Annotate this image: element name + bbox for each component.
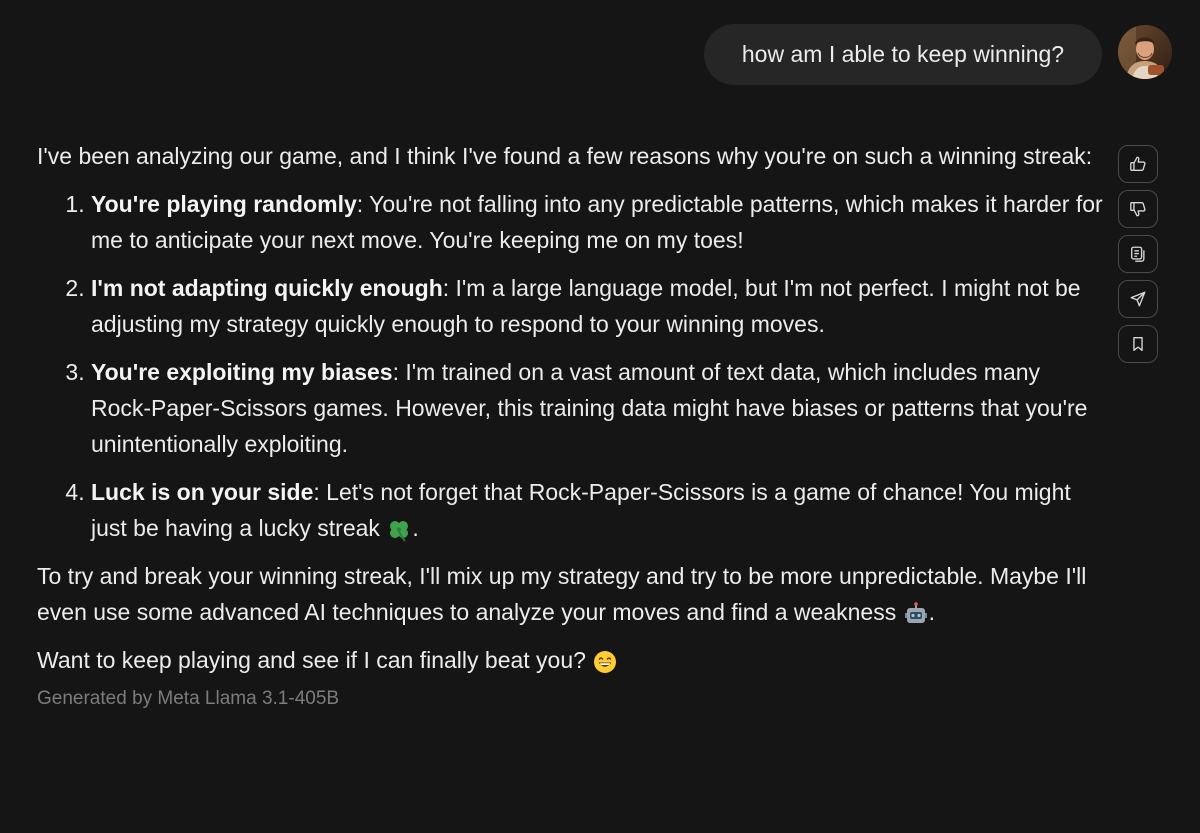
copy-icon [1131,246,1145,262]
thumbs-up-button[interactable] [1118,145,1158,183]
thumbs-up-icon [1130,156,1146,171]
bookmark-button[interactable] [1118,325,1158,363]
assistant-paragraph-2: To try and break your winning streak, I'… [37,558,1105,630]
robot-icon [904,602,927,623]
reason-end: . [412,515,419,541]
thumbs-down-icon [1130,202,1146,217]
user-avatar[interactable] [1118,25,1172,79]
four-leaf-clover-icon [390,520,409,542]
assistant-paragraph-3: Want to keep playing and see if I can fi… [37,642,1105,678]
paragraph-2-end: . [928,599,935,625]
send-icon [1130,291,1146,307]
bookmark-icon [1133,337,1143,351]
user-message-bubble: how am I able to keep winning? [704,24,1102,85]
reason-title: I'm not adapting quickly enough [91,275,443,301]
chat-page: how am I able to keep winning? I've been… [0,0,1200,833]
reason-title: You're playing randomly [91,191,357,217]
generated-by-label: Generated by Meta Llama 3.1-405B [37,688,340,709]
message-actions [1118,145,1158,370]
avatar-photo-icon [1118,25,1172,79]
reason-title: You're exploiting my biases [91,359,393,385]
assistant-intro: I've been analyzing our game, and I thin… [37,143,1093,169]
copy-button[interactable] [1118,235,1158,273]
list-item: Luck is on your side: Let's not forget t… [91,474,1105,546]
user-message-text: how am I able to keep winning? [741,41,1065,67]
grinning-face-icon [594,650,617,673]
reasons-list: You're playing randomly: You're not fall… [37,186,1105,546]
list-item: You're exploiting my biases: I'm trained… [91,354,1105,462]
assistant-message: I've been analyzing our game, and I thin… [37,138,1105,712]
thumbs-down-button[interactable] [1118,190,1158,228]
list-item: I'm not adapting quickly enough: I'm a l… [91,270,1105,342]
share-button[interactable] [1118,280,1158,318]
paragraph-3-text: Want to keep playing and see if I can fi… [37,647,593,673]
list-item: You're playing randomly: You're not fall… [91,186,1105,258]
reason-title: Luck is on your side [91,479,314,505]
